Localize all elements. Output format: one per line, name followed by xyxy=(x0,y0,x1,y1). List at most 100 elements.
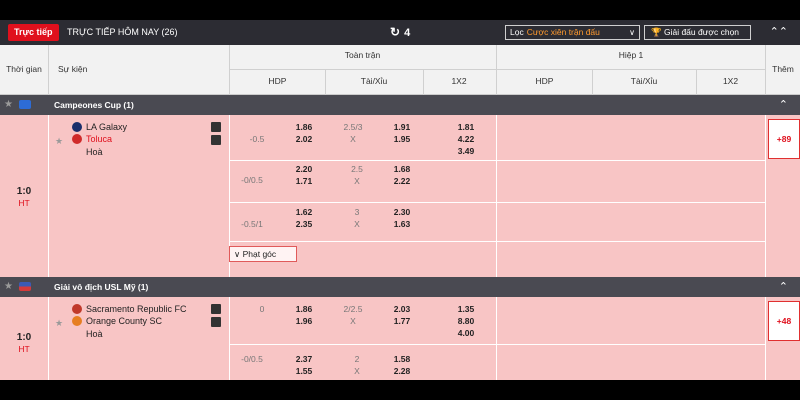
x12-home-odd[interactable]: 1.81 xyxy=(446,122,486,132)
away-team[interactable]: Toluca xyxy=(86,134,112,144)
match-block: 1:0 HT ★ LA Galaxy Toluca Hoà -0.5 1.86 … xyxy=(0,115,800,277)
ou-over-odd[interactable]: 2.30 xyxy=(382,207,422,217)
league-row[interactable]: ★ Campeones Cup (1) ⌃ xyxy=(0,95,800,115)
divider xyxy=(423,69,424,95)
x12-away-odd[interactable]: 8.80 xyxy=(446,316,486,326)
x12-draw-odd[interactable]: 3.49 xyxy=(446,146,486,156)
trophy-icon: 🏆 xyxy=(651,27,662,37)
star-icon[interactable]: ★ xyxy=(4,95,13,115)
ou-over-odd[interactable]: 2.03 xyxy=(382,304,422,314)
filter-select[interactable]: Lọc Cược xiên trận đấu ∨ xyxy=(505,25,640,40)
filter-value: Cược xiên trận đấu xyxy=(526,27,600,37)
favorite-star-icon[interactable]: ★ xyxy=(55,136,63,147)
corner-label: Phạt góc xyxy=(242,249,277,259)
hdp-home-odd[interactable]: 1.86 xyxy=(284,122,324,132)
divider xyxy=(48,297,49,380)
hdp-away-odd[interactable]: 1.55 xyxy=(284,366,324,376)
live-badge[interactable]: Trực tiếp xyxy=(8,24,59,41)
team-logo-icon xyxy=(72,316,82,326)
hdp-away-odd[interactable]: 2.02 xyxy=(284,134,324,144)
ou-under-odd[interactable]: 1.63 xyxy=(382,219,422,229)
column-header: Thời gian Sự kiện Toàn trận Hiệp 1 Thêm … xyxy=(0,45,800,95)
hdp-home-odd[interactable]: 2.37 xyxy=(284,354,324,364)
hdp-away-odd[interactable]: 1.96 xyxy=(284,316,324,326)
favorite-star-icon[interactable]: ★ xyxy=(55,318,63,329)
hdp-line: -0.5 xyxy=(249,134,265,144)
live-tv-icon[interactable] xyxy=(211,317,221,327)
ou-line: 2.5 xyxy=(351,164,363,174)
ou-under-label: X xyxy=(350,134,356,144)
x12-away-odd[interactable]: 4.22 xyxy=(446,134,486,144)
col-first-half: Hiệp 1 xyxy=(618,50,644,60)
ou-line: 2.5/3 xyxy=(343,122,363,132)
col-full-match: Toàn trận xyxy=(344,50,381,60)
live-tv-icon[interactable] xyxy=(211,135,221,145)
divider xyxy=(325,69,326,95)
live-odds-panel: Trực tiếp TRỰC TIẾP HÔM NAY (26) ↻ 4 Lọc C… xyxy=(0,20,800,380)
ou-under-label: X xyxy=(354,219,360,229)
ou-under-label: X xyxy=(350,316,356,326)
divider xyxy=(229,160,765,161)
ou-over-odd[interactable]: 1.91 xyxy=(382,122,422,132)
divider xyxy=(229,202,765,203)
divider xyxy=(496,297,497,380)
collapse-icon[interactable]: ⌃ xyxy=(779,95,788,115)
ou-under-odd[interactable]: 2.28 xyxy=(382,366,422,376)
hdp-line: -0.5/1 xyxy=(241,219,263,229)
ou-over-odd[interactable]: 1.68 xyxy=(382,164,422,174)
hdp-line: 0 xyxy=(259,304,265,314)
divider xyxy=(48,45,49,95)
refresh-icon[interactable]: ↻ xyxy=(390,25,400,39)
draw-label: Hoà xyxy=(86,147,103,157)
league-select-button[interactable]: 🏆 Giải đấu được chọn xyxy=(644,25,751,40)
x12-draw-odd[interactable]: 4.00 xyxy=(446,328,486,338)
hdp-line: -0/0.5 xyxy=(241,354,263,364)
hdp-home-odd[interactable]: 1.86 xyxy=(284,304,324,314)
ou-over-odd[interactable]: 1.58 xyxy=(382,354,422,364)
divider xyxy=(229,344,765,345)
home-team[interactable]: Sacramento Republic FC xyxy=(86,304,187,314)
hdp-home-odd[interactable]: 1.62 xyxy=(284,207,324,217)
stats-icon[interactable] xyxy=(211,122,221,132)
divider xyxy=(765,115,766,277)
ou-under-odd[interactable]: 1.77 xyxy=(382,316,422,326)
x12-home-odd[interactable]: 1.35 xyxy=(446,304,486,314)
col-more: Thêm xyxy=(772,64,794,74)
col-ou-h1: Tài/Xỉu xyxy=(630,76,658,86)
us-flag-icon xyxy=(19,282,31,291)
collapse-all-icon[interactable]: ⌃⌃ xyxy=(770,20,788,45)
ou-under-odd[interactable]: 1.95 xyxy=(382,134,422,144)
match-status: HT xyxy=(18,344,30,354)
hdp-away-odd[interactable]: 1.71 xyxy=(284,176,324,186)
collapse-icon[interactable]: ⌃ xyxy=(779,277,788,297)
stats-icon[interactable] xyxy=(211,304,221,314)
match-block: 1:0 HT ★ Sacramento Republic FC Orange C… xyxy=(0,297,800,380)
home-team[interactable]: LA Galaxy xyxy=(86,122,127,132)
corner-toggle-button[interactable]: ∨ Phạt góc xyxy=(229,246,297,262)
globe-flag-icon xyxy=(19,100,31,109)
hdp-away-odd[interactable]: 2.35 xyxy=(284,219,324,229)
divider xyxy=(592,69,593,95)
chevron-down-icon: ∨ xyxy=(629,28,635,37)
hdp-home-odd[interactable]: 2.20 xyxy=(284,164,324,174)
more-markets-button[interactable]: +89 xyxy=(768,119,800,159)
divider xyxy=(229,241,765,242)
hdp-line: -0/0.5 xyxy=(241,175,263,185)
match-score: 1:0 xyxy=(16,186,32,197)
away-team[interactable]: Orange County SC xyxy=(86,316,162,326)
divider xyxy=(765,297,766,380)
refresh-count: 4 xyxy=(404,27,411,39)
col-event: Sự kiện xyxy=(58,64,88,74)
col-hdp: HDP xyxy=(268,76,287,86)
ou-line: 3 xyxy=(354,207,360,217)
more-markets-button[interactable]: +48 xyxy=(768,301,800,341)
star-icon[interactable]: ★ xyxy=(4,277,13,297)
ou-line: 2 xyxy=(354,354,360,364)
league-row[interactable]: ★ Giải vô địch USL Mỹ (1) ⌃ xyxy=(0,277,800,297)
ou-under-label: X xyxy=(354,176,360,186)
chevron-down-icon: ∨ xyxy=(234,249,241,259)
refresh-button[interactable]: ↻ 4 xyxy=(390,20,410,46)
divider xyxy=(48,115,49,277)
ou-under-odd[interactable]: 2.22 xyxy=(382,176,422,186)
draw-label: Hoà xyxy=(86,329,103,339)
